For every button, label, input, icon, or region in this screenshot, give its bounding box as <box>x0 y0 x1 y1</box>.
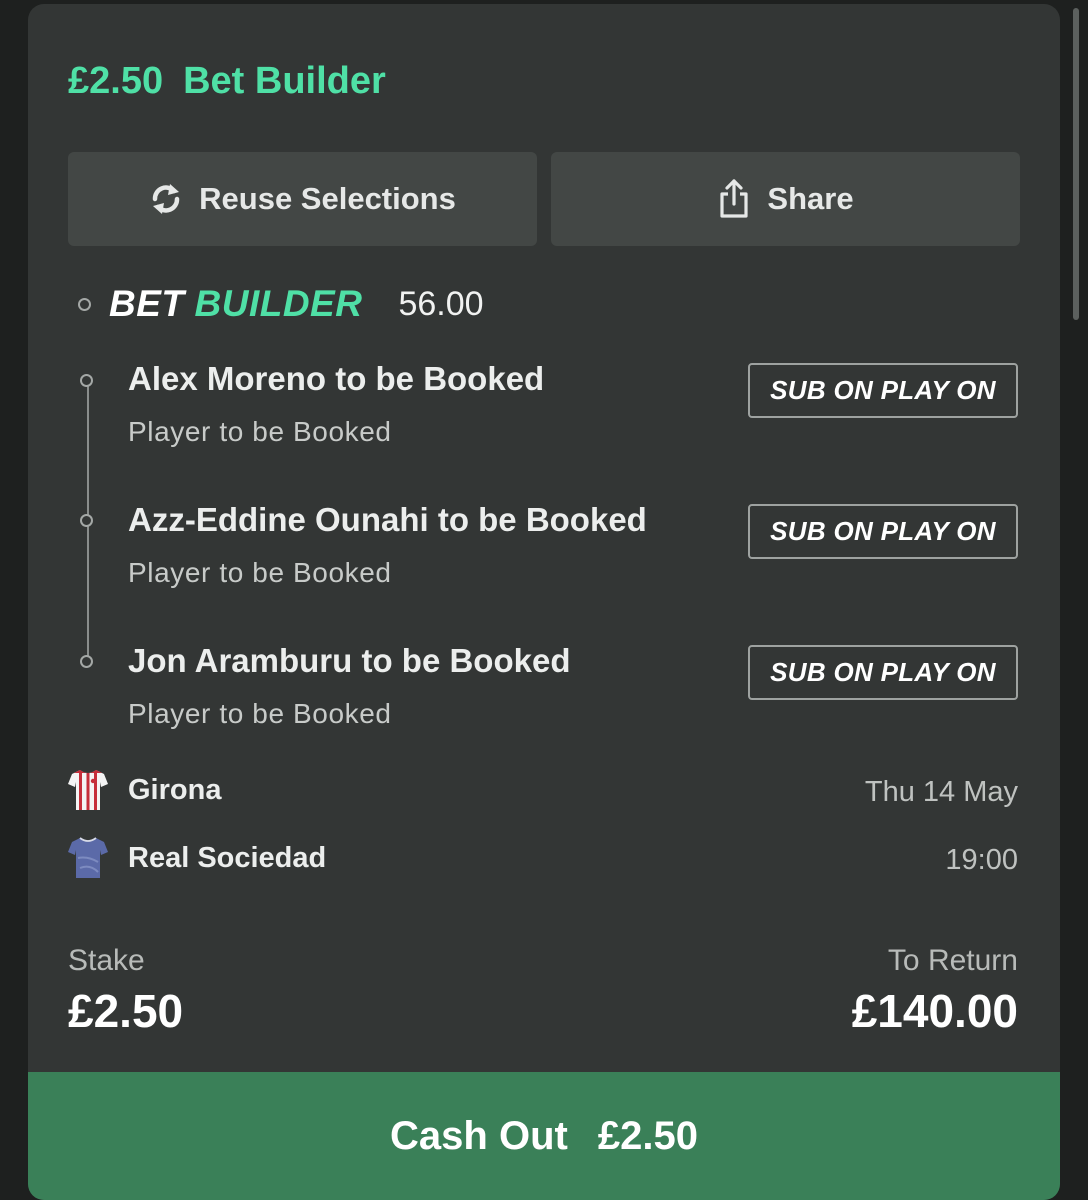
selection-market: Player to be Booked <box>128 698 392 729</box>
match-time: 19:00 <box>945 844 1018 876</box>
timeline-dot <box>80 374 93 387</box>
bet-builder-row: BET BUILDER 56.00 <box>78 279 484 329</box>
reuse-selections-button[interactable]: Reuse Selections <box>68 152 537 246</box>
sub-on-play-on-badge: SUB ON PLAY ON <box>748 363 1018 418</box>
timeline-dot <box>80 514 93 527</box>
header-stake: £2.50 <box>68 60 164 102</box>
cash-out-value: £2.50 <box>597 1113 698 1158</box>
reuse-selections-label: Reuse Selections <box>199 181 456 216</box>
bet-builder-logo: BET BUILDER <box>109 283 362 325</box>
logo-part-bet: BET <box>109 283 185 324</box>
header-bet-type: Bet Builder <box>183 60 386 102</box>
cash-out-label: Cash Out <box>390 1113 568 1158</box>
selection-title: Jon Aramburu to be Booked <box>128 642 571 679</box>
share-icon <box>720 179 749 218</box>
refresh-icon <box>152 184 180 214</box>
away-team: Real Sociedad <box>68 836 326 880</box>
share-button[interactable]: Share <box>551 152 1020 246</box>
scrollbar[interactable] <box>1073 8 1079 320</box>
timeline-dot <box>80 655 93 668</box>
share-label: Share <box>767 181 854 216</box>
to-return-label: To Return <box>887 944 1018 977</box>
sub-on-play-on-badge: SUB ON PLAY ON <box>748 645 1018 700</box>
bet-builder-odds: 56.00 <box>398 284 484 323</box>
sub-on-play-on-badge: SUB ON PLAY ON <box>748 504 1018 559</box>
selection-title: Alex Moreno to be Booked <box>128 360 545 397</box>
to-return-value: £140.00 <box>851 985 1018 1037</box>
away-team-name: Real Sociedad <box>128 841 327 874</box>
cash-out-button[interactable]: Cash Out £2.50 <box>28 1072 1060 1200</box>
shirt-icon <box>68 837 108 878</box>
home-team-name: Girona <box>128 773 222 806</box>
match-date: Thu 14 May <box>864 776 1018 808</box>
stake-value: £2.50 <box>68 985 184 1037</box>
selection-market: Player to be Booked <box>128 557 392 588</box>
shirt-icon <box>68 770 108 810</box>
home-team: Girona <box>68 768 221 812</box>
bet-card: £2.50 Bet Builder Reuse Selections Share … <box>28 4 1060 1200</box>
timeline-dot <box>78 297 91 311</box>
selection-title: Azz-Eddine Ounahi to be Booked <box>128 501 647 538</box>
selection-market: Player to be Booked <box>128 416 392 447</box>
bet-header: £2.50 Bet Builder <box>68 60 406 103</box>
stake-label: Stake <box>68 944 145 977</box>
logo-part-builder: BUILDER <box>194 283 363 324</box>
